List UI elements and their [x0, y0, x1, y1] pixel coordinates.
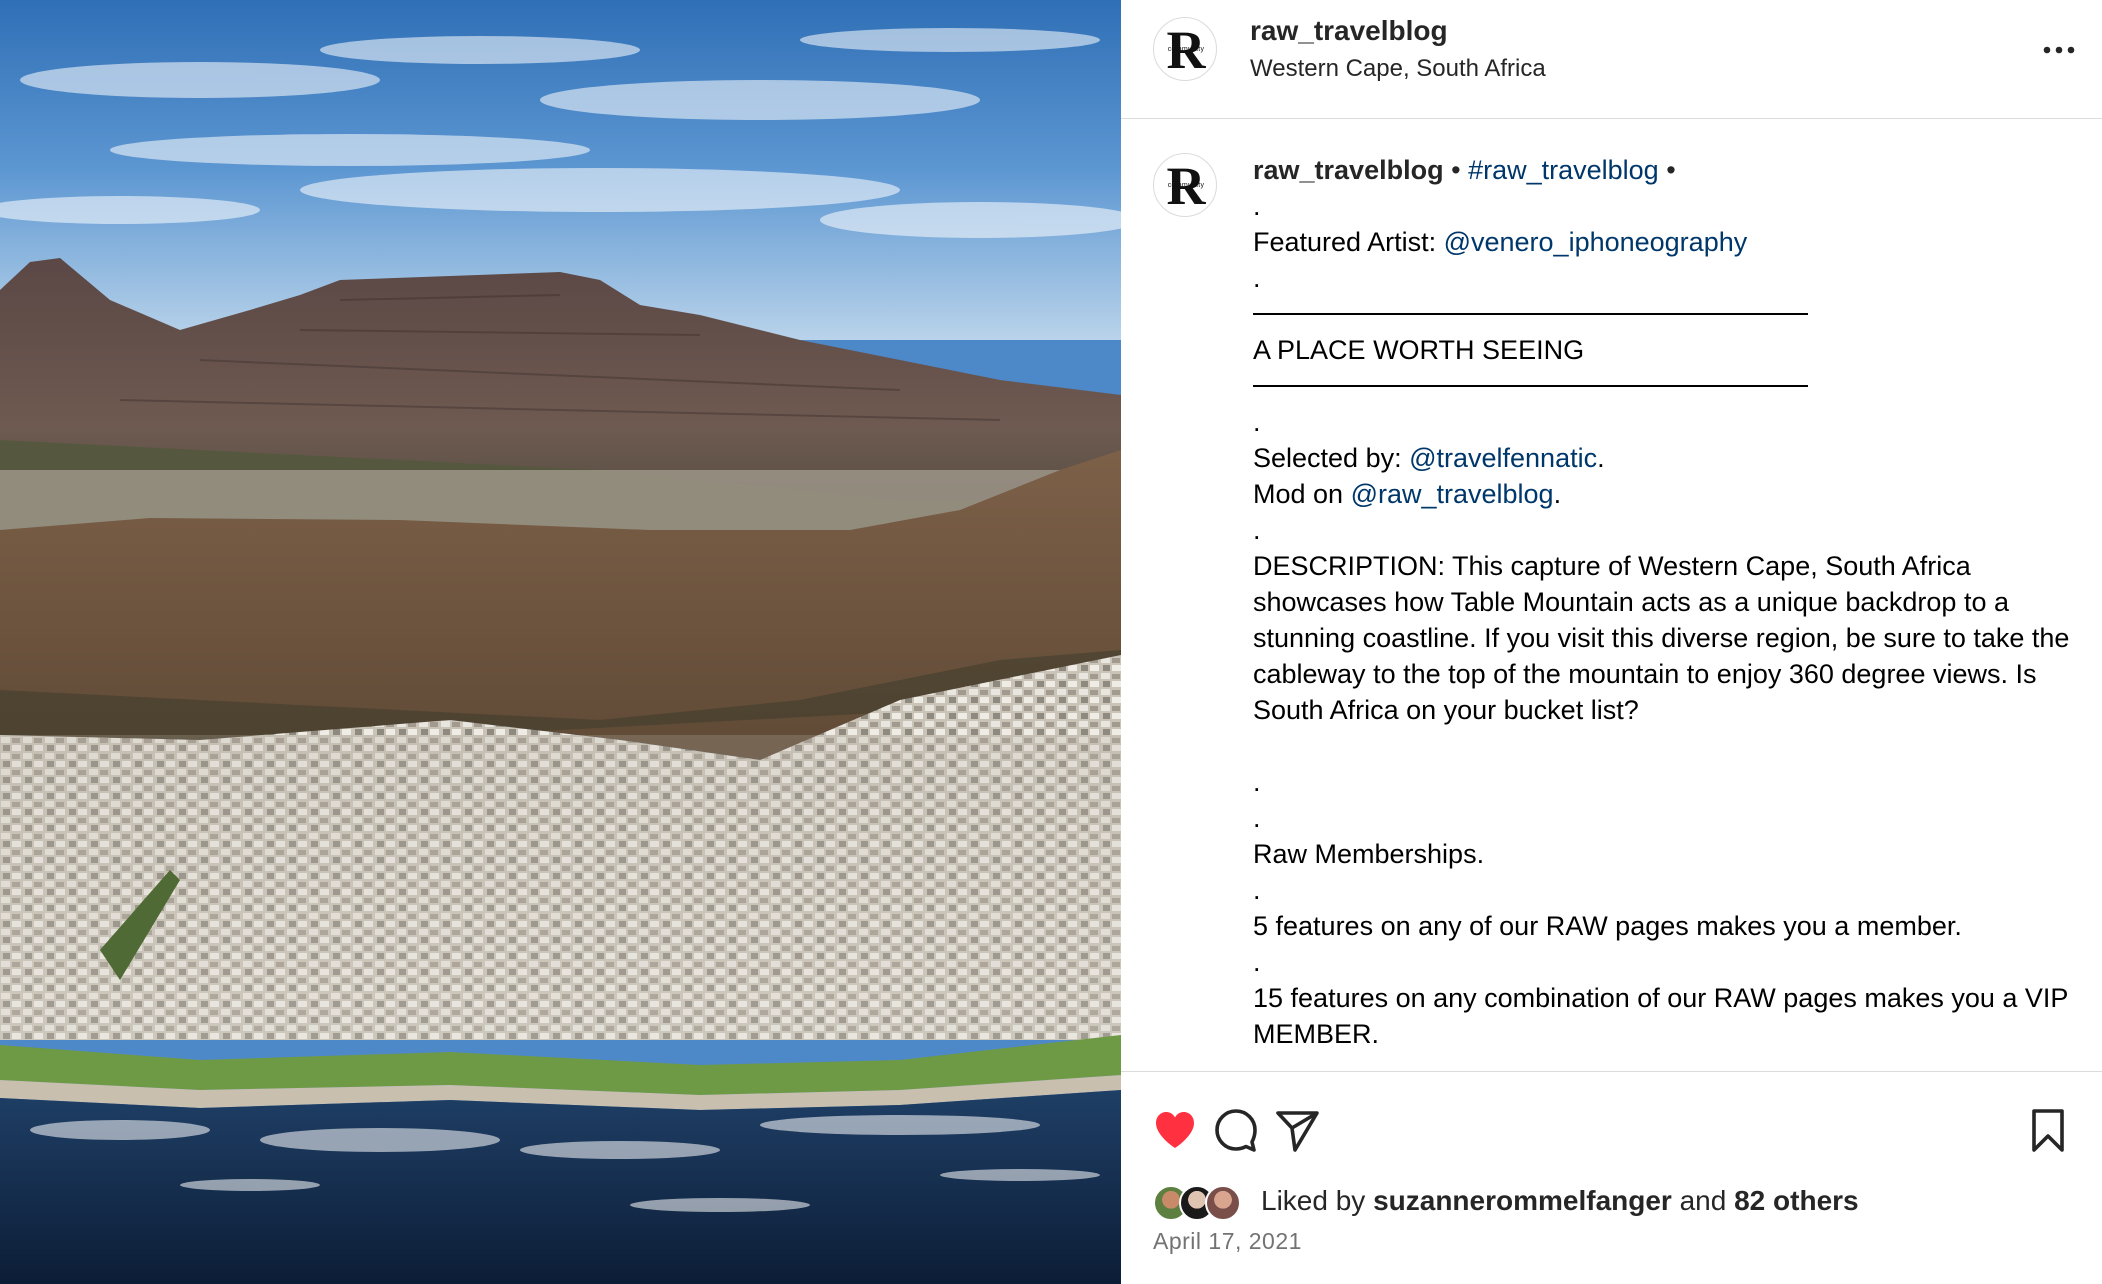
featured-artist-label: Featured Artist:	[1253, 227, 1444, 257]
dot-line: .	[1253, 191, 1261, 221]
like-button[interactable]	[1151, 1106, 1199, 1154]
hashtag-link[interactable]: #raw_travelblog	[1468, 155, 1659, 185]
dot-line: .	[1253, 263, 1261, 293]
post-details-panel: R community raw_travelblog Western Cape,…	[1121, 0, 2102, 1284]
comment-button[interactable]	[1212, 1106, 1260, 1154]
dot-line: .	[1253, 767, 1261, 797]
mod-link[interactable]: @raw_travelblog	[1351, 479, 1554, 509]
action-bar	[1121, 1073, 2102, 1183]
caption-username[interactable]: raw_travelblog	[1253, 155, 1444, 185]
likes-row: Liked by suzannerommelfanger and 82 othe…	[1153, 1183, 2073, 1223]
period: .	[1553, 479, 1562, 509]
divider-line	[1253, 313, 1808, 315]
description-text: DESCRIPTION: This capture of Western Cap…	[1253, 551, 2077, 725]
mod-line: Mod on @raw_travelblog.	[1253, 476, 2083, 512]
caption-text: raw_travelblog • #raw_travelblog • . Fea…	[1253, 152, 2083, 1052]
bookmark-icon	[2032, 1109, 2064, 1152]
mod-label: Mod on	[1253, 479, 1351, 509]
post-photo[interactable]	[0, 0, 1121, 1284]
dot-line: .	[1253, 515, 1261, 545]
dot-line: .	[1253, 875, 1261, 905]
memberships-title: Raw Memberships.	[1253, 839, 1485, 869]
divider-line	[1253, 385, 1808, 387]
caption-avatar[interactable]: R community	[1153, 153, 1217, 217]
dot-line: .	[1253, 947, 1261, 977]
caption-header-line: raw_travelblog • #raw_travelblog •	[1253, 152, 2083, 188]
save-button[interactable]	[2024, 1106, 2072, 1154]
share-button[interactable]	[1273, 1106, 1321, 1154]
avatar-logo-text: community	[1167, 46, 1205, 53]
more-options-button[interactable]	[2039, 30, 2079, 70]
post-header: R community raw_travelblog Western Cape,…	[1121, 0, 2102, 119]
period: .	[1597, 443, 1605, 473]
member-rule: 5 features on any of our RAW pages makes…	[1253, 911, 1962, 941]
comment-icon	[1215, 1109, 1257, 1152]
separator-dot: •	[1666, 155, 1676, 185]
selected-by-line: Selected by: @travelfennatic.	[1253, 440, 2083, 476]
liker-username[interactable]: suzannerommelfanger	[1373, 1185, 1672, 1216]
table-mountain-photo	[0, 0, 1121, 1284]
post-username[interactable]: raw_travelblog	[1250, 15, 1448, 47]
selected-by-link[interactable]: @travelfennatic	[1409, 443, 1597, 473]
featured-artist-link[interactable]: @venero_iphoneography	[1444, 227, 1748, 257]
heart-filled-icon	[1156, 1112, 1194, 1148]
post-location[interactable]: Western Cape, South Africa	[1250, 55, 1546, 83]
liker-avatar	[1205, 1185, 1241, 1221]
more-dots-icon	[2043, 46, 2075, 54]
likes-and: and	[1671, 1185, 1735, 1216]
likes-text: Liked by suzannerommelfanger and 82 othe…	[1261, 1185, 1859, 1217]
dot-line: .	[1253, 803, 1261, 833]
likes-others-link[interactable]: 82 others	[1734, 1185, 1859, 1216]
featured-artist-line: Featured Artist: @venero_iphoneography	[1253, 224, 2083, 260]
dot-line: .	[1253, 407, 1261, 437]
profile-avatar[interactable]: R community	[1153, 17, 1217, 81]
vip-rule: 15 features on any combination of our RA…	[1253, 983, 2076, 1049]
headline: A PLACE WORTH SEEING	[1253, 335, 1585, 365]
liked-by-label: Liked by	[1261, 1185, 1374, 1216]
post-date[interactable]: April 17, 2021	[1153, 1228, 1302, 1255]
paper-plane-icon	[1276, 1111, 1319, 1152]
selected-by-label: Selected by:	[1253, 443, 1410, 473]
liker-avatars[interactable]	[1153, 1183, 1253, 1223]
separator-dot: •	[1451, 155, 1461, 185]
avatar-logo-text: community	[1167, 182, 1205, 189]
caption-section: R community raw_travelblog • #raw_travel…	[1121, 120, 2102, 1072]
